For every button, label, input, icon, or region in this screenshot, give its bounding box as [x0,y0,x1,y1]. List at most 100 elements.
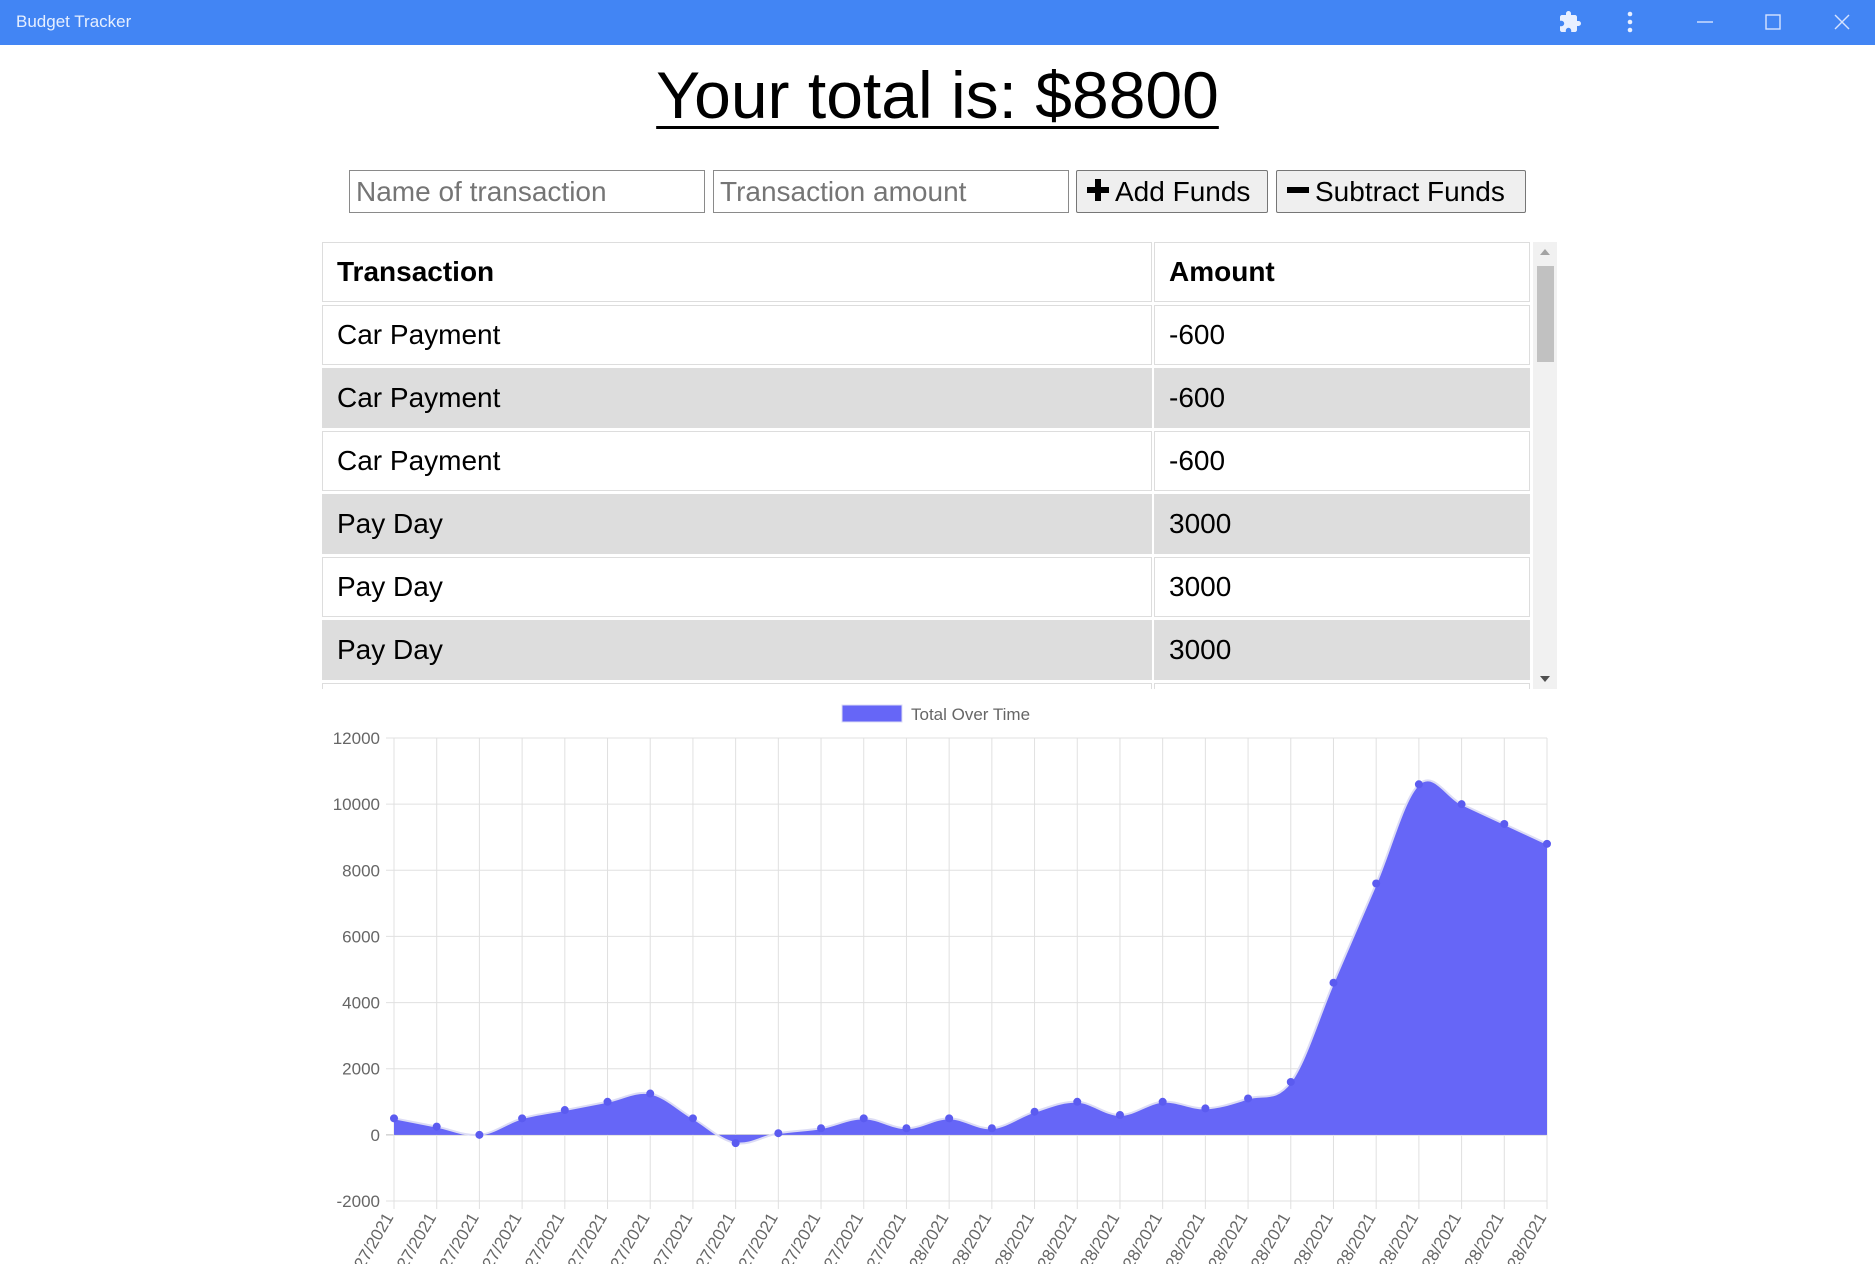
data-point [1244,1094,1253,1103]
x-tick-label: /27/2021 [391,1210,441,1264]
plus-icon [1087,176,1109,208]
data-point [1500,819,1509,828]
legend-swatch [841,704,903,723]
more-vert-icon[interactable] [1615,7,1645,37]
data-point [518,1114,527,1123]
data-point [603,1097,612,1106]
x-tick-label: /27/2021 [647,1210,697,1264]
x-tick-label: /28/2021 [1245,1210,1295,1264]
window-title: Budget Tracker [16,12,132,31]
subtract-funds-button[interactable]: Subtract Funds [1276,170,1526,213]
header-amount: Amount [1154,242,1530,302]
x-tick-label: /28/2021 [1373,1210,1423,1264]
chart-svg: 12000 10000 8000 6000 4000 2000 0 -2000/27/2021… [333,704,1551,1264]
data-point [1115,1111,1124,1120]
window-titlebar: Budget Tracker [0,0,1875,45]
data-point [1543,839,1551,848]
data-point [945,1114,954,1123]
transaction-name-input[interactable] [349,170,705,213]
table-row [322,683,1530,689]
add-funds-button[interactable]: Add Funds [1076,170,1268,213]
total-heading: Your total is: $8800 [656,58,1219,132]
x-tick-label: /27/2021 [348,1210,398,1264]
x-tick-label: /28/2021 [1117,1210,1167,1264]
maximize-icon[interactable] [1758,7,1788,37]
transaction-name: Pay Day [322,620,1152,680]
minimize-icon[interactable] [1690,7,1720,37]
y-tick-label: -2000 [337,1192,380,1211]
legend-label: Total Over Time [911,705,1030,724]
table-row: Car Payment -600 [322,368,1530,431]
puzzle-icon[interactable] [1555,7,1585,37]
scrollbar-thumb[interactable] [1537,266,1554,362]
data-point [475,1130,484,1139]
transaction-name: Car Payment [322,431,1152,491]
y-tick-label: 2000 [342,1060,380,1079]
transaction-amount: -600 [1154,305,1530,365]
x-tick-label: /28/2021 [1287,1210,1337,1264]
table-scrollbar[interactable] [1533,242,1557,689]
x-tick-label: /28/2021 [1074,1210,1124,1264]
add-funds-label: Add Funds [1115,175,1251,207]
scroll-up-arrow-icon[interactable] [1533,242,1557,262]
series-area [394,780,1547,1144]
x-tick-label: /27/2021 [433,1210,483,1264]
x-tick-label: /28/2021 [1202,1210,1252,1264]
table-row: Car Payment -600 [322,431,1530,494]
x-tick-label: /28/2021 [988,1210,1038,1264]
data-point [1329,978,1338,987]
table-header: Transaction Amount [322,242,1530,305]
data-point [1457,800,1466,809]
x-tick-label: /28/2021 [1416,1210,1466,1264]
y-tick-label: 12000 [333,729,380,748]
y-tick-label: 4000 [342,994,380,1013]
data-point [688,1114,697,1123]
close-icon[interactable] [1827,7,1857,37]
table-row: Pay Day 3000 [322,620,1530,683]
transaction-name: Car Payment [322,305,1152,365]
data-point [774,1129,783,1138]
x-tick-label: /28/2021 [1501,1210,1551,1264]
x-tick-label: /27/2021 [775,1210,825,1264]
data-point [987,1124,996,1133]
x-tick-label: /28/2021 [903,1210,953,1264]
data-point [646,1089,655,1098]
data-point [731,1139,740,1148]
table-row: Pay Day 3000 [322,494,1530,557]
x-tick-label: /27/2021 [690,1210,740,1264]
y-tick-label: 10000 [333,795,380,814]
y-tick-label: 6000 [342,927,380,946]
transactions-table[interactable]: Transaction Amount Car Payment -600 Car … [322,242,1557,689]
y-tick-label: 0 [371,1126,380,1145]
subtract-funds-label: Subtract Funds [1315,175,1505,207]
data-point [817,1124,826,1133]
table-row: Car Payment -600 [322,305,1530,368]
x-tick-label: /27/2021 [604,1210,654,1264]
scroll-down-arrow-icon[interactable] [1533,669,1557,689]
data-point [1372,879,1381,888]
x-tick-label: /28/2021 [946,1210,996,1264]
x-tick-label: /27/2021 [476,1210,526,1264]
x-tick-label: /27/2021 [860,1210,910,1264]
transaction-amount: -600 [1154,368,1530,428]
y-tick-label: 8000 [342,861,380,880]
transaction-amount-input[interactable] [713,170,1069,213]
data-point [432,1122,441,1131]
data-point [1286,1077,1295,1086]
data-point [1158,1097,1167,1106]
table-row: Pay Day 3000 [322,557,1530,620]
transaction-amount: 3000 [1154,494,1530,554]
transaction-name [322,683,1152,689]
x-tick-label: /27/2021 [732,1210,782,1264]
data-point [390,1114,398,1123]
data-point [1201,1104,1210,1113]
data-point [1073,1097,1082,1106]
x-tick-label: /28/2021 [1458,1210,1508,1264]
data-point [560,1106,569,1115]
transaction-name: Pay Day [322,494,1152,554]
x-tick-label: /27/2021 [519,1210,569,1264]
data-point [859,1114,868,1123]
data-point [1030,1107,1039,1116]
data-point [902,1124,911,1133]
transaction-name: Car Payment [322,368,1152,428]
